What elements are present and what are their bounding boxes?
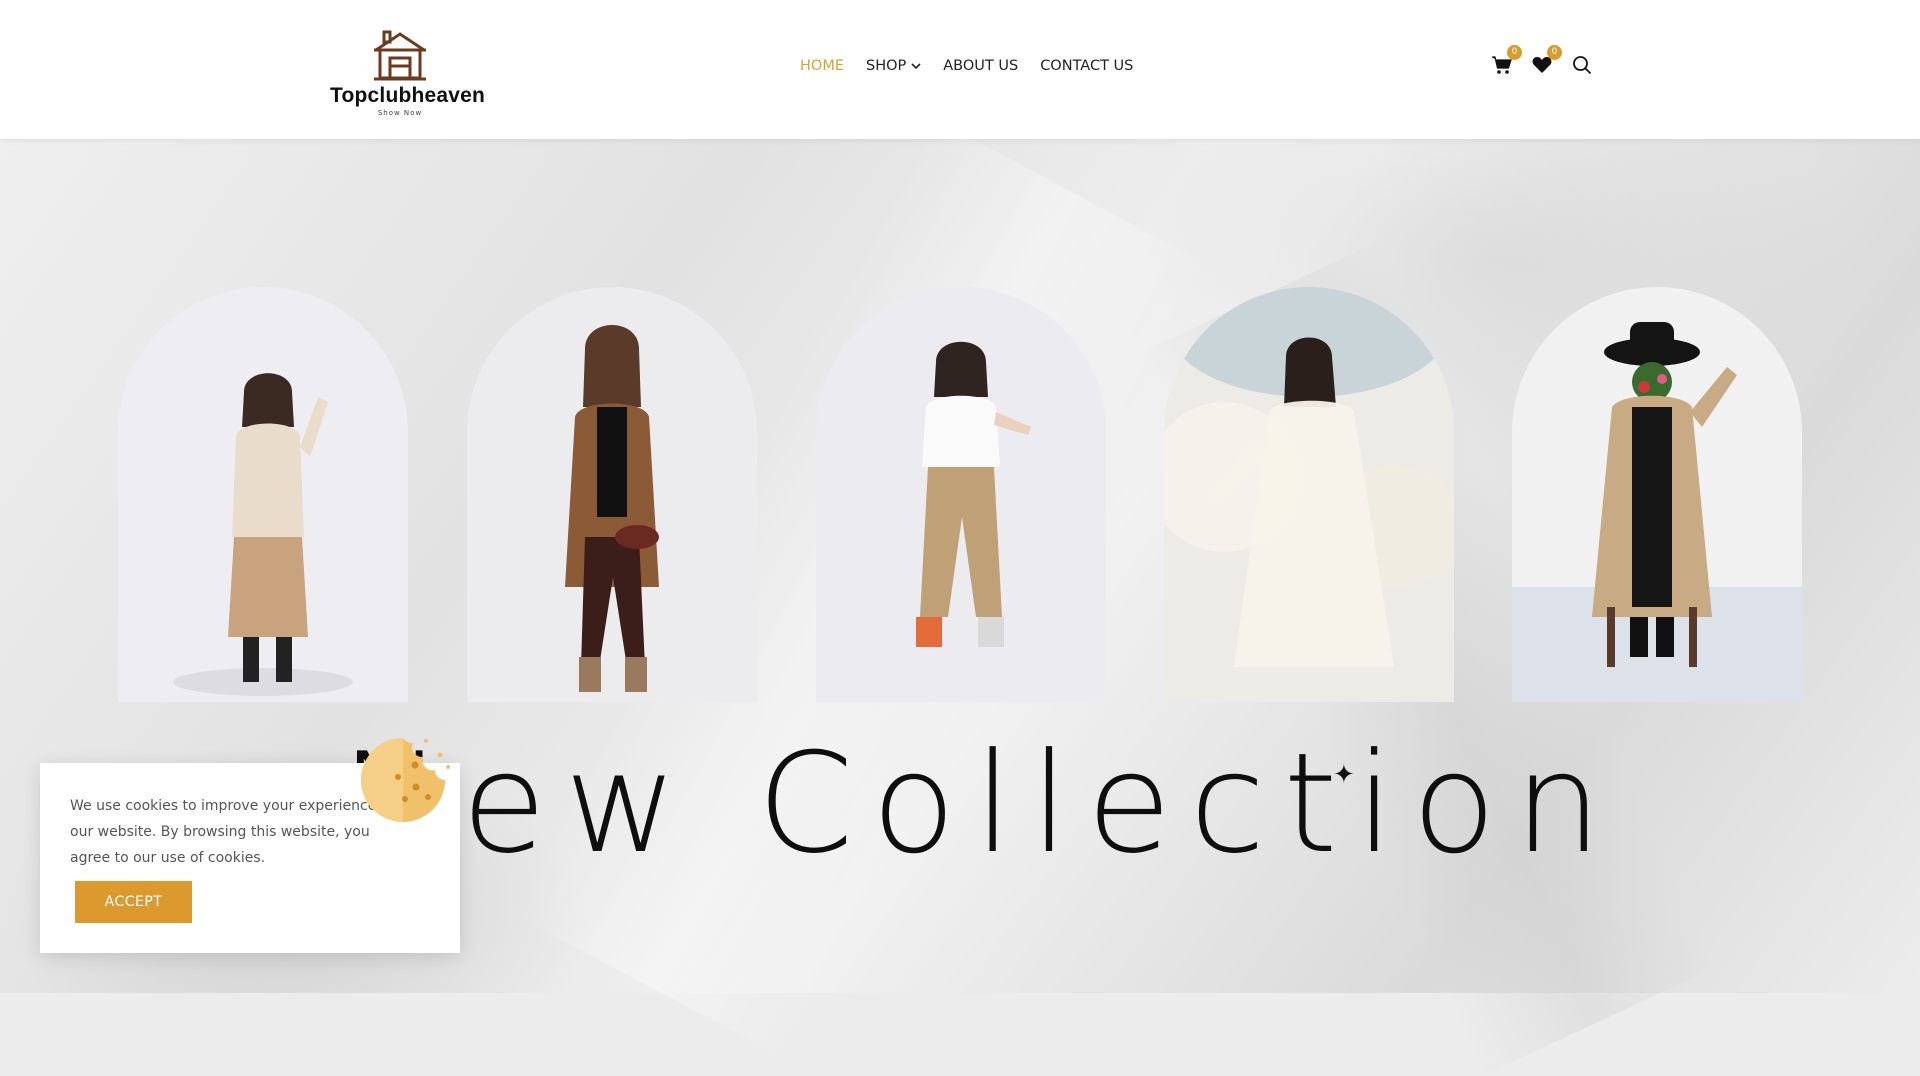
search-icon	[1573, 56, 1592, 75]
model-photo-2	[467, 287, 757, 702]
nav-contact-label: CONTACT US	[1040, 58, 1134, 74]
house-logo-icon	[374, 30, 426, 81]
brand-name: Topclubheaven	[330, 84, 486, 107]
wishlist-button[interactable]: 0	[1530, 45, 1562, 76]
cart-count-badge: 0	[1507, 45, 1522, 60]
cookie-icon	[361, 738, 450, 822]
nav-contact[interactable]: CONTACT US	[1040, 58, 1133, 74]
brand-tagline: Show Now	[377, 109, 423, 117]
model-photo-3	[816, 287, 1106, 702]
nav-about[interactable]: ABOUT US	[943, 58, 1018, 74]
wishlist-count-badge: 0	[1547, 45, 1562, 60]
nav-home[interactable]: HOME	[800, 58, 844, 74]
nav-home-label: HOME	[800, 58, 844, 74]
search-button[interactable]	[1570, 54, 1594, 76]
model-photo-5	[1512, 287, 1802, 702]
nav-shop[interactable]: SHOP	[866, 58, 921, 74]
nav-about-label: ABOUT US	[943, 58, 1019, 74]
nav-shop-label: SHOP	[866, 58, 907, 74]
logo[interactable]: Topclubheaven Show Now	[330, 30, 486, 117]
sparkle-icon: ✦	[1333, 760, 1355, 790]
accept-cookies-button[interactable]: ACCEPT	[75, 881, 192, 923]
site-header: Topclubheaven Show Now HOME SHOP ABOUT U…	[0, 0, 1920, 139]
model-photo-1	[118, 287, 408, 702]
model-photo-4	[1164, 287, 1454, 702]
main-nav: HOME SHOP ABOUT US CONTACT US	[800, 58, 1133, 74]
chevron-down-icon	[911, 62, 921, 69]
cart-button[interactable]: 0	[1490, 45, 1522, 76]
cookie-message: We use cookies to improve your experienc…	[70, 798, 399, 866]
header-icons: 0 0	[1490, 45, 1594, 76]
hero-headline: New Collection	[340, 723, 1620, 884]
heart-icon	[1532, 57, 1552, 73]
